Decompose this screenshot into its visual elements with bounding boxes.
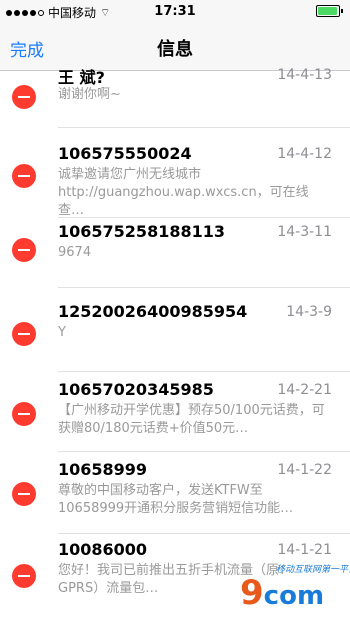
separator xyxy=(58,127,350,128)
contact-name: 10086000 xyxy=(58,540,148,559)
message-preview: 9674 xyxy=(58,245,92,260)
message-date: 14-4-12 xyxy=(277,146,332,162)
message-preview: 【广州移动开学优惠】预存50/100元话费，可获赠80/180元话费+价值50元… xyxy=(58,403,325,436)
delete-circle-icon[interactable] xyxy=(12,402,36,426)
message-preview: Y xyxy=(58,325,66,340)
delete-circle-icon[interactable] xyxy=(12,238,36,262)
list-item[interactable]: 10657020345985 14-2-21 【广州移动开学优惠】预存50/10… xyxy=(0,372,350,452)
delete-circle-icon[interactable] xyxy=(12,322,36,346)
message-preview: 尊敬的中国移动客户，发送KTFW至10658999开通积分服务营销短信功能… xyxy=(58,483,294,516)
delete-circle-icon[interactable] xyxy=(12,85,36,109)
contact-name: 12520026400985954 xyxy=(58,302,248,321)
contact-name: 10658999 xyxy=(58,460,148,479)
watermark-brand-number: 9 xyxy=(240,573,264,613)
watermark-tagline: 移动互联网第一平台 xyxy=(276,565,350,575)
message-date: 14-2-21 xyxy=(277,382,332,398)
message-date: 14-1-22 xyxy=(277,462,332,478)
message-date: 14-1-21 xyxy=(277,542,332,558)
delete-circle-icon[interactable] xyxy=(12,164,36,188)
page-title: 信息 xyxy=(157,39,193,60)
message-preview: 谢谢你啊~ xyxy=(58,87,121,102)
message-date: 14-3-9 xyxy=(286,304,332,320)
list-item[interactable]: 106575258188113 14-3-11 9674 xyxy=(0,218,350,288)
list-item[interactable]: 王 斌? 14-4-13 谢谢你啊~ xyxy=(0,67,350,128)
list-item[interactable]: 12520026400985954 14-3-9 Y xyxy=(0,288,350,372)
list-item[interactable]: 10658999 14-1-22 尊敬的中国移动客户，发送KTFW至106589… xyxy=(0,452,350,534)
contact-name: 106575550024 xyxy=(58,144,192,163)
delete-circle-icon[interactable] xyxy=(12,564,36,588)
contact-name: 10657020345985 xyxy=(58,380,214,399)
list-item[interactable]: 106575550024 14-4-12 诚挚邀请您广州无线城市http://g… xyxy=(0,134,350,218)
status-time: 17:31 xyxy=(154,4,196,19)
message-preview: 诚挚邀请您广州无线城市http://guangzhou.wap.wxcs.cn，… xyxy=(58,167,309,218)
watermark-brand-text: com xyxy=(263,581,325,611)
status-bar: 中国移动 ⌔ 17:31 xyxy=(0,0,350,22)
delete-circle-icon[interactable] xyxy=(12,482,36,506)
contact-name: 106575258188113 xyxy=(58,222,225,241)
battery-icon xyxy=(316,5,343,17)
contact-name: 王 斌? xyxy=(58,68,105,87)
message-date: 14-3-11 xyxy=(277,224,332,240)
watermark-logo: 移动互联网第一平台 9 com xyxy=(240,565,350,613)
nav-bar: 完成 信息 xyxy=(0,22,350,71)
message-date: 14-4-13 xyxy=(277,67,332,83)
